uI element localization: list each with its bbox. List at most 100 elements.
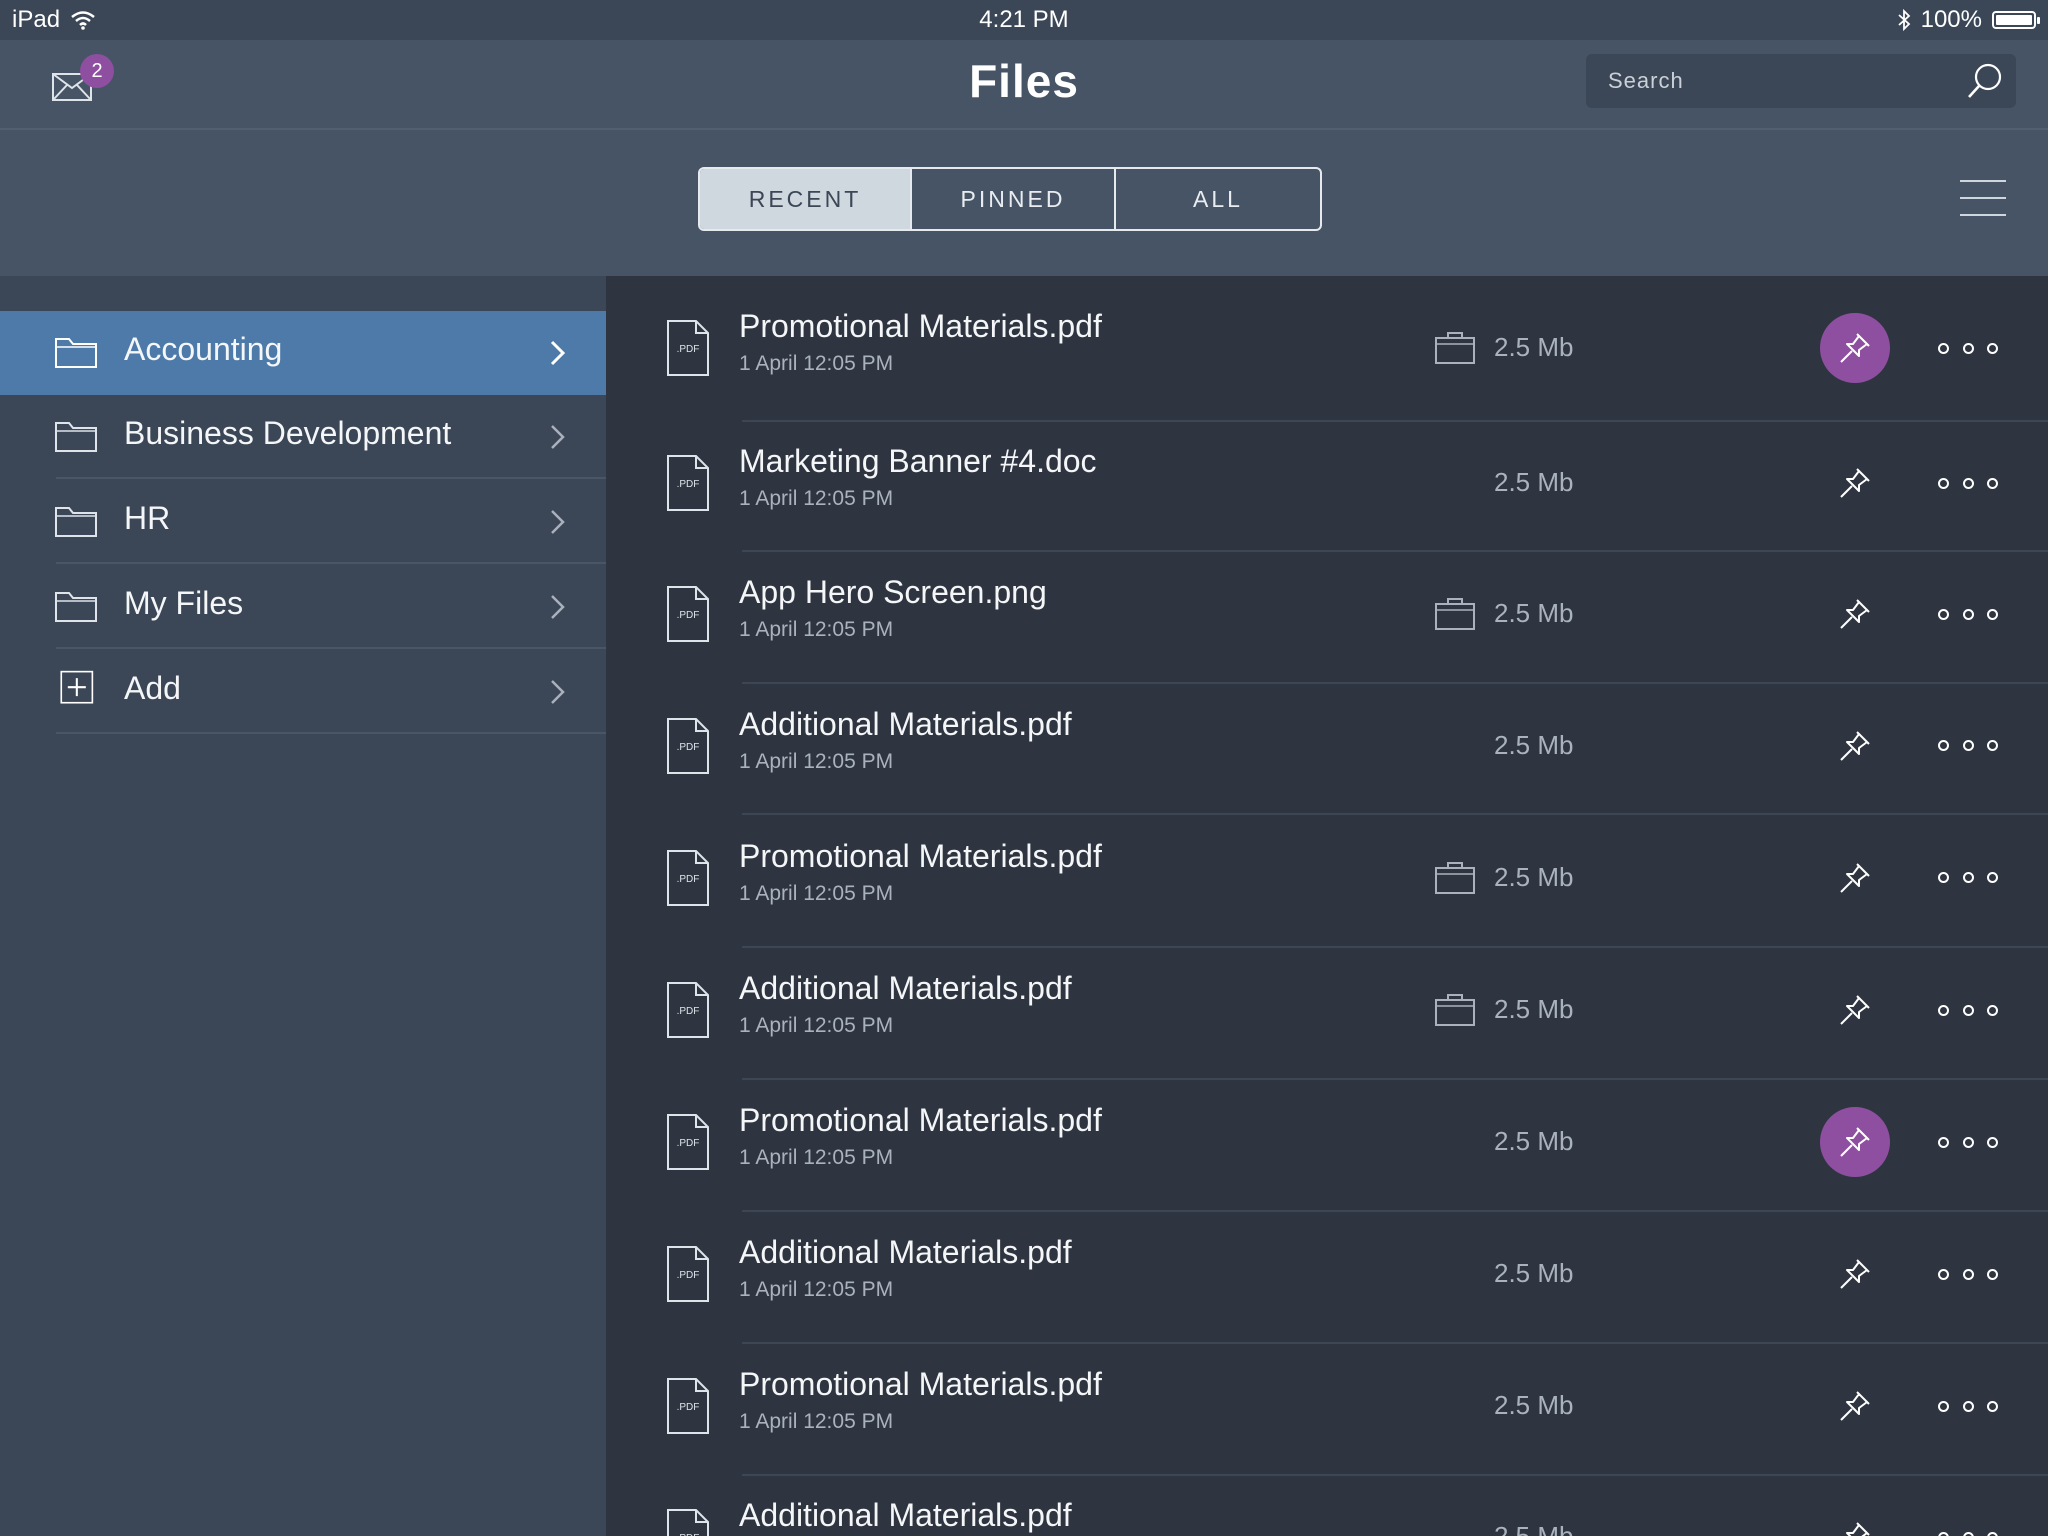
file-type-label: .PDF [677, 742, 700, 753]
pin-button[interactable] [1820, 975, 1890, 1045]
more-options-icon[interactable] [1938, 338, 1998, 358]
more-options-icon[interactable] [1938, 473, 1998, 493]
pin-button[interactable] [1820, 313, 1890, 383]
chevron-right-icon [551, 595, 565, 619]
sidebar: Accounting Business Development HR My Fi… [0, 276, 606, 1536]
pin-button[interactable] [1820, 711, 1890, 781]
file-size: 2.5 Mb [1494, 1258, 1574, 1288]
file-date: 1 April 12:05 PM [739, 1410, 894, 1433]
tab-all[interactable]: ALL [1114, 169, 1320, 229]
pin-button[interactable] [1820, 1371, 1890, 1441]
chevron-right-icon [551, 425, 565, 449]
pin-button[interactable] [1820, 448, 1890, 518]
file-size: 2.5 Mb [1494, 1390, 1574, 1420]
file-row[interactable]: .PDF Additional Materials.pdf 2.5 Mb [606, 1476, 2048, 1536]
battery-icon [1992, 11, 2040, 29]
pin-button[interactable] [1820, 1502, 1890, 1536]
tab-recent[interactable]: RECENT [700, 169, 910, 229]
status-bar: iPad 4:21 PM 100% [0, 0, 2048, 40]
pdf-file-icon: .PDF [667, 982, 709, 1038]
more-options-icon[interactable] [1938, 1264, 1998, 1284]
segmented-control: RECENT PINNED ALL [698, 167, 1322, 231]
folder-icon [55, 592, 97, 622]
pdf-file-icon: .PDF [667, 320, 709, 376]
pdf-file-icon: .PDF [667, 586, 709, 642]
more-options-icon[interactable] [1938, 1000, 1998, 1020]
file-list: .PDF Promotional Materials.pdf 1 April 12:… [606, 276, 2048, 1536]
sidebar-item-hr[interactable]: HR [0, 480, 606, 564]
pin-icon [1840, 995, 1870, 1025]
pin-icon [1840, 599, 1870, 629]
search-input[interactable] [1586, 54, 1946, 108]
file-row[interactable]: .PDF Marketing Banner #4.doc 1 April 12:05… [606, 422, 2048, 552]
pin-icon [1846, 1522, 1870, 1536]
sidebar-item-label: My Files [124, 585, 244, 621]
pin-icon [1840, 862, 1870, 893]
more-options-icon[interactable] [1938, 736, 1998, 756]
folder-icon [55, 422, 97, 452]
file-type-label: .PDF [677, 479, 700, 490]
file-row[interactable]: .PDF Additional Materials.pdf 1 April 12:0… [606, 684, 2048, 815]
file-date: 1 April 12:05 PM [739, 749, 894, 773]
chevron-right-icon [551, 510, 565, 534]
pin-button[interactable] [1820, 843, 1890, 913]
sidebar-item-add[interactable]: Add [0, 650, 606, 734]
file-date: 1 April 12:05 PM [739, 1014, 894, 1037]
briefcase-icon [1435, 994, 1475, 1026]
more-options-icon[interactable] [1938, 1132, 1998, 1152]
sidebar-item-label: Accounting [124, 331, 283, 367]
file-size: 2.5 Mb [1494, 994, 1574, 1024]
briefcase-icon [1435, 861, 1475, 894]
file-row[interactable]: .PDF Promotional Materials.pdf 1 April 12:… [606, 1344, 2048, 1476]
battery-percent: 100% [1920, 6, 1982, 33]
folder-icon [55, 338, 97, 368]
pin-button[interactable] [1820, 579, 1890, 649]
file-date: 1 April 12:05 PM [739, 881, 894, 905]
file-name: Additional Materials.pdf [739, 705, 1072, 742]
sidebar-item-accounting[interactable]: Accounting [0, 311, 606, 395]
pdf-file-icon: .PDF [667, 1378, 709, 1434]
file-row[interactable]: .PDF Additional Materials.pdf 1 April 12:0… [606, 1212, 2048, 1344]
pin-button[interactable] [1820, 1107, 1890, 1177]
more-options-icon[interactable] [1938, 1527, 1998, 1536]
pin-icon [1840, 468, 1870, 498]
sidebar-item-my-files[interactable]: My Files [0, 565, 606, 649]
hamburger-menu-icon[interactable] [1960, 180, 2006, 218]
file-row[interactable]: .PDF App Hero Screen.png 1 April 12:05 PM 2… [606, 552, 2048, 684]
file-type-label: .PDF [677, 344, 700, 355]
chevron-right-icon [551, 680, 565, 704]
file-row[interactable]: .PDF Promotional Materials.pdf 1 April 12:… [606, 276, 2048, 422]
file-row[interactable]: .PDF Promotional Materials.pdf 1 April 12:… [606, 1080, 2048, 1212]
file-name: Marketing Banner #4.doc [739, 443, 1097, 479]
status-time: 4:21 PM [979, 6, 1069, 33]
briefcase-icon [1435, 332, 1475, 364]
search-icon[interactable] [1964, 60, 2006, 102]
status-right: 100% [1897, 6, 2040, 34]
tab-pinned[interactable]: PINNED [910, 169, 1114, 229]
file-name: Additional Materials.pdf [739, 970, 1072, 1006]
file-type-label: .PDF [677, 1138, 700, 1149]
file-size: 2.5 Mb [1494, 1521, 1574, 1536]
file-type-label: .PDF [677, 1402, 700, 1413]
more-options-icon[interactable] [1938, 868, 1998, 888]
pdf-file-icon: .PDF [667, 717, 709, 774]
more-options-icon[interactable] [1938, 1396, 1998, 1416]
file-row[interactable]: .PDF Additional Materials.pdf 1 April 12:0… [606, 948, 2048, 1080]
sidebar-item-label: HR [124, 500, 171, 536]
file-name: App Hero Screen.png [739, 574, 1047, 610]
file-type-label: .PDF [677, 610, 700, 621]
more-options-icon[interactable] [1938, 604, 1998, 624]
sidebar-item-business-development[interactable]: Business Development [0, 395, 606, 479]
filter-toolbar: RECENT PINNED ALL [0, 130, 2048, 276]
pin-icon [1840, 1391, 1870, 1421]
pin-icon [1840, 1259, 1870, 1289]
briefcase-icon [1435, 598, 1475, 630]
sidebar-item-label: Add [124, 670, 181, 706]
file-date: 1 April 12:05 PM [739, 618, 894, 641]
pdf-file-icon: .PDF [667, 1114, 709, 1170]
bluetooth-icon [1898, 8, 1910, 32]
file-row[interactable]: .PDF Promotional Materials.pdf 1 April 12:… [606, 815, 2048, 948]
chevron-right-icon [550, 340, 566, 366]
pdf-file-icon: .PDF [667, 1246, 709, 1302]
pin-button[interactable] [1820, 1239, 1890, 1309]
